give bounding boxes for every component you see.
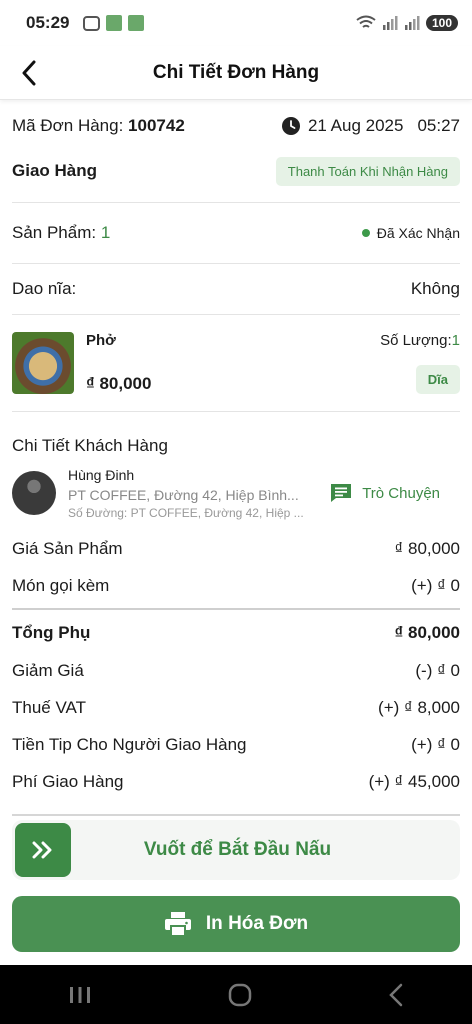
- summary-value: (+) ₫ 0: [411, 734, 460, 754]
- chevron-left-icon: [22, 60, 36, 86]
- app-notification-icon: [128, 15, 145, 31]
- customer-name: Hùng Đinh: [68, 466, 135, 483]
- quantity-value: 1: [451, 332, 460, 349]
- signal-icon: [382, 16, 398, 30]
- screenshot-icon: [83, 15, 101, 31]
- utensils-row: Dao nĩa: Không: [12, 264, 460, 314]
- products-label: Sản Phẩm:: [12, 223, 97, 242]
- order-datetime: 21 Aug 2025 05:27: [281, 116, 460, 136]
- payment-method-badge: Thanh Toán Khi Nhận Hàng: [275, 156, 460, 186]
- status-text: Đã Xác Nhận: [376, 225, 460, 241]
- status-badge: Đã Xác Nhận: [361, 225, 460, 241]
- summary-row: Tiền Tip Cho Người Giao Hàng (+) ₫ 0: [12, 726, 460, 763]
- divider: [12, 814, 460, 816]
- app-notification-icon: [106, 15, 123, 31]
- order-details: Mã Đơn Hàng: 100742 21 Aug 2025 05:27 Gi…: [12, 100, 460, 816]
- summary-label: Tiền Tip Cho Người Giao Hàng: [12, 734, 247, 754]
- subtotal-row: Tổng Phụ ₫ 80,000: [12, 614, 460, 652]
- chat-button[interactable]: Trò Chuyện: [330, 483, 460, 503]
- order-id-value: 100742: [128, 116, 185, 135]
- print-label: In Hóa Đơn: [205, 913, 309, 934]
- slide-to-start-cooking[interactable]: Vuốt để Bắt Đầu Nấu: [12, 820, 460, 880]
- avatar: [12, 471, 56, 515]
- home-icon[interactable]: [228, 983, 252, 1007]
- system-nav-bar: [0, 965, 472, 1024]
- double-chevron-right-icon: [32, 841, 52, 859]
- customer-section-title: Chi Tiết Khách Hàng: [12, 436, 168, 455]
- summary-label: Phí Giao Hàng: [12, 771, 124, 791]
- summary-row: Phí Giao Hàng (+) ₫ 45,000: [12, 763, 460, 800]
- recent-apps-icon[interactable]: [68, 985, 92, 1005]
- status-time: 05:29: [26, 13, 70, 32]
- slider-handle[interactable]: [15, 823, 71, 877]
- chat-icon: [331, 484, 352, 502]
- status-dot-icon: [361, 229, 370, 237]
- status-right: 100: [356, 15, 458, 31]
- summary-row: Món gọi kèm (+) ₫ 0: [12, 567, 460, 604]
- app-header: Chi Tiết Đơn Hàng: [0, 46, 472, 100]
- order-time: 05:27: [417, 116, 460, 135]
- item-info: Phở ₫ 80,000: [86, 332, 380, 394]
- food-image: [12, 332, 74, 394]
- page-title: Chi Tiết Đơn Hàng: [152, 61, 320, 83]
- subtotal-value: ₫ 80,000: [394, 623, 460, 642]
- divider: [12, 608, 460, 610]
- summary-row: Giá Sản Phẩm ₫ 80,000: [12, 530, 460, 567]
- customer-card: Hùng Đinh PT COFFEE, Đường 42, Hiệp Bình…: [12, 460, 460, 526]
- summary-value: (+) ₫ 0: [411, 575, 460, 595]
- notification-icons: [83, 15, 145, 31]
- customer-address: PT COFFEE, Đường 42, Hiệp Bình...: [68, 486, 299, 503]
- signal-icon: [404, 16, 420, 30]
- order-id-label: Mã Đơn Hàng:: [12, 116, 124, 135]
- order-item[interactable]: Phở ₫ 80,000 Số Lượng:1 Dĩa: [12, 315, 460, 411]
- order-date: 21 Aug 2025: [307, 116, 404, 135]
- summary-value: (-) ₫ 0: [415, 660, 460, 680]
- summary-row: Giảm Giá (-) ₫ 0: [12, 652, 460, 689]
- printer-icon: [164, 912, 191, 937]
- summary-label: Món gọi kèm: [12, 575, 110, 595]
- wifi-icon: [356, 15, 376, 28]
- order-id-row: Mã Đơn Hàng: 100742 21 Aug 2025 05:27: [12, 100, 460, 152]
- products-count: Sản Phẩm: 1: [12, 223, 110, 243]
- summary-label: Giảm Giá: [12, 660, 84, 680]
- item-price: ₫ 80,000: [86, 374, 152, 393]
- summary-label: Giá Sản Phẩm: [12, 538, 123, 558]
- unit-badge: Dĩa: [415, 365, 460, 394]
- quantity: Số Lượng:1: [380, 332, 460, 349]
- summary-row: Thuế VAT (+) ₫ 8,000: [12, 689, 460, 726]
- status-bar: 05:29 100: [0, 0, 472, 46]
- summary-value: (+) ₫ 8,000: [378, 697, 460, 717]
- print-invoice-button[interactable]: In Hóa Đơn: [12, 896, 460, 952]
- products-row: Sản Phẩm: 1 Đã Xác Nhận: [12, 203, 460, 263]
- products-count-value: 1: [100, 223, 111, 242]
- item-name: Phở: [86, 332, 116, 349]
- quantity-label: Số Lượng:: [380, 332, 452, 349]
- order-id: Mã Đơn Hàng: 100742: [12, 116, 185, 136]
- chat-label: Trò Chuyện: [362, 484, 440, 502]
- utensils-value: Không: [410, 279, 460, 298]
- summary-label: Thuế VAT: [12, 697, 87, 717]
- back-nav-icon[interactable]: [388, 983, 404, 1007]
- summary-value: (+) ₫ 45,000: [368, 771, 460, 791]
- customer-street: Số Đường: PT COFFEE, Đường 42, Hiệp ...: [68, 505, 304, 520]
- slider-label: Vuốt để Bắt Đầu Nấu: [143, 839, 332, 860]
- summary-value: ₫ 80,000: [394, 538, 460, 558]
- item-quantity: Số Lượng:1 Dĩa: [380, 332, 460, 394]
- battery-indicator: 100: [425, 15, 458, 31]
- delivery-row: Giao Hàng Thanh Toán Khi Nhận Hàng: [12, 152, 460, 190]
- subtotal-label: Tổng Phụ: [12, 623, 91, 642]
- customer-section-header: Chi Tiết Khách Hàng: [12, 412, 460, 460]
- clock-icon: [281, 117, 300, 135]
- utensils-label: Dao nĩa:: [12, 279, 77, 298]
- back-button[interactable]: [14, 56, 44, 90]
- delivery-type: Giao Hàng: [12, 161, 98, 180]
- customer-info: Hùng Đinh PT COFFEE, Đường 42, Hiệp Bình…: [68, 467, 330, 520]
